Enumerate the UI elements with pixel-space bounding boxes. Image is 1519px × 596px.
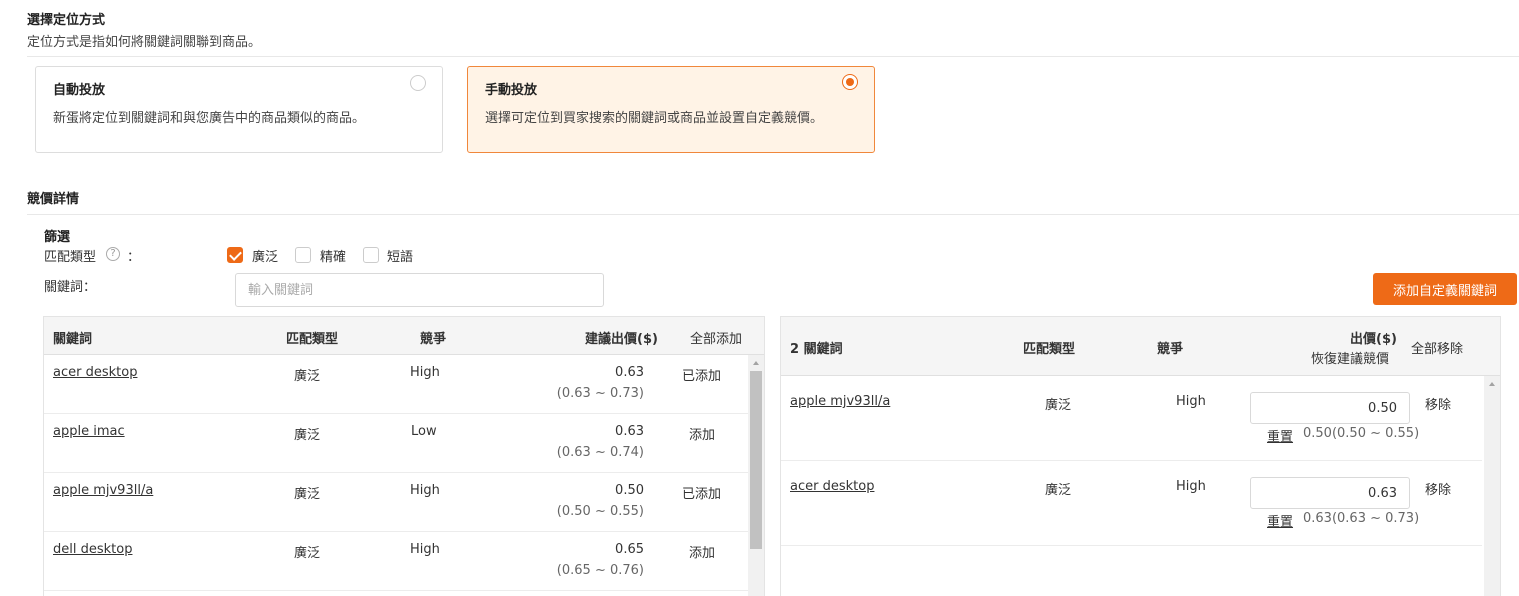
keyword-link[interactable]: apple imac: [53, 424, 125, 439]
added-status: 已添加: [682, 369, 722, 384]
competition-cell: High: [410, 542, 440, 557]
header-keyword-count: 2 關鍵詞: [790, 342, 843, 357]
restore-suggested-bids-link[interactable]: 恢復建議競價: [1311, 348, 1389, 367]
header-keyword: 關鍵詞: [53, 332, 93, 347]
scroll-up-icon[interactable]: [1489, 382, 1495, 386]
bid-range-cell: (0.50 ~ 0.55): [556, 504, 644, 519]
bid-input[interactable]: [1250, 477, 1410, 509]
keyword-link[interactable]: acer desktop: [53, 365, 137, 380]
bid-range-cell: (0.65 ~ 0.76): [556, 563, 644, 578]
remove-keyword-button[interactable]: 移除: [1425, 394, 1451, 413]
suggested-bid-hint: 0.63(0.63 ~ 0.73): [1303, 511, 1420, 526]
keyword-search-input[interactable]: [235, 273, 604, 307]
match-type-label: 匹配類型: [44, 250, 97, 265]
suggested-bid-hint: 0.50(0.50 ~ 0.55): [1303, 426, 1420, 441]
broad-checkbox[interactable]: [227, 247, 243, 263]
keyword-link[interactable]: apple mjv93ll/a: [790, 394, 890, 409]
header-suggested-bid: 建議出價($): [585, 332, 658, 347]
table-row: acer desktop 廣泛 High 重置 0.63(0.63 ~ 0.73…: [781, 461, 1482, 546]
phrase-checkbox[interactable]: [363, 247, 379, 263]
table-header: 2 關鍵詞 匹配類型 競爭 出價($) 恢復建議競價 全部移除: [781, 317, 1500, 376]
competition-cell: Low: [411, 424, 437, 439]
targeting-description: 定位方式是指如何將關鍵詞關聯到商品。: [27, 35, 262, 50]
manual-targeting-description: 選擇可定位到買家搜索的關鍵詞或商品並設置自定義競價。: [485, 111, 824, 126]
competition-cell: High: [410, 365, 440, 380]
exact-checkbox[interactable]: [295, 247, 311, 263]
keyword-label: 關鍵詞：: [44, 280, 97, 295]
manual-targeting-card[interactable]: 手動投放 選擇可定位到買家搜索的關鍵詞或商品並設置自定義競價。: [467, 66, 875, 153]
competition-cell: High: [1176, 394, 1206, 409]
add-custom-keyword-button[interactable]: 添加自定義關鍵詞: [1373, 273, 1517, 305]
competition-cell: High: [410, 483, 440, 498]
match-type-cell: 廣泛: [1045, 398, 1072, 413]
targeting-title: 選擇定位方式: [27, 13, 106, 28]
reset-bid-link[interactable]: 重置: [1267, 511, 1293, 530]
added-status: 已添加: [682, 487, 722, 502]
bid-cell: 0.65: [615, 542, 644, 557]
broad-checkbox-label[interactable]: 廣泛: [252, 246, 278, 265]
scrollbar[interactable]: [1484, 376, 1500, 596]
header-match-type: 匹配類型: [1023, 342, 1076, 357]
table-row: acer desktop 廣泛 High 0.63 (0.63 ~ 0.73) …: [44, 355, 764, 414]
table-row: apple mjv93ll/a 廣泛 High 重置 0.50(0.50 ~ 0…: [781, 376, 1482, 461]
filter-title: 篩選: [44, 230, 71, 245]
phrase-checkbox-label[interactable]: 短語: [387, 246, 413, 265]
match-type-cell: 廣泛: [294, 546, 321, 561]
bid-range-cell: (0.63 ~ 0.73): [556, 386, 644, 401]
competition-cell: High: [1176, 479, 1206, 494]
exact-checkbox-label[interactable]: 精確: [320, 246, 346, 265]
match-type-colon: ：: [127, 250, 141, 265]
bid-cell: 0.50: [615, 483, 644, 498]
scrollbar-thumb[interactable]: [750, 371, 762, 549]
add-all-link[interactable]: 全部添加: [690, 328, 742, 347]
match-type-cell: 廣泛: [294, 428, 321, 443]
bid-range-cell: (0.63 ~ 0.74): [556, 445, 644, 460]
bid-details-title: 競價詳情: [27, 192, 80, 207]
question-circle-icon[interactable]: ?: [106, 247, 120, 261]
bid-cell: 0.63: [615, 424, 644, 439]
header-competition: 競爭: [420, 332, 447, 347]
add-keyword-button[interactable]: 添加: [689, 542, 715, 561]
selected-keywords-table: 2 關鍵詞 匹配類型 競爭 出價($) 恢復建議競價 全部移除 apple mj…: [780, 316, 1501, 596]
keyword-link[interactable]: acer desktop: [790, 479, 874, 494]
divider: [27, 56, 1519, 57]
bid-cell: 0.63: [615, 365, 644, 380]
match-type-cell: 廣泛: [294, 487, 321, 502]
match-type-cell: 廣泛: [294, 369, 321, 384]
header-competition: 競爭: [1157, 342, 1184, 357]
bid-input[interactable]: [1250, 392, 1410, 424]
divider: [27, 214, 1519, 215]
add-keyword-button[interactable]: 添加: [689, 424, 715, 443]
match-type-cell: 廣泛: [1045, 483, 1072, 498]
reset-bid-link[interactable]: 重置: [1267, 426, 1293, 445]
header-match-type: 匹配類型: [286, 332, 339, 347]
keyword-link[interactable]: apple mjv93ll/a: [53, 483, 153, 498]
table-row: apple mjv93ll/a 廣泛 High 0.50 (0.50 ~ 0.5…: [44, 473, 764, 532]
keyword-link[interactable]: dell desktop: [53, 542, 132, 557]
auto-targeting-title: 自動投放: [53, 83, 106, 98]
auto-targeting-description: 新蛋將定位到關鍵詞和與您廣告中的商品類似的商品。: [53, 111, 366, 126]
auto-targeting-radio[interactable]: [410, 75, 426, 91]
remove-keyword-button[interactable]: 移除: [1425, 479, 1451, 498]
remove-all-link[interactable]: 全部移除: [1411, 338, 1463, 357]
table-row: dell desktop 廣泛 High 0.65 (0.65 ~ 0.76) …: [44, 532, 764, 591]
table-row: apple imac 廣泛 Low 0.63 (0.63 ~ 0.74) 添加: [44, 414, 764, 473]
scrollbar[interactable]: [748, 355, 764, 596]
header-bid: 出價($): [1350, 332, 1397, 347]
auto-targeting-card[interactable]: 自動投放 新蛋將定位到關鍵詞和與您廣告中的商品類似的商品。: [35, 66, 443, 153]
suggested-keywords-table: 關鍵詞 匹配類型 競爭 建議出價($) 全部添加 acer desktop 廣泛…: [43, 316, 765, 596]
scroll-up-icon[interactable]: [753, 361, 759, 365]
manual-targeting-radio[interactable]: [842, 74, 858, 90]
table-header: 關鍵詞 匹配類型 競爭 建議出價($) 全部添加: [44, 317, 764, 355]
manual-targeting-title: 手動投放: [485, 83, 538, 98]
